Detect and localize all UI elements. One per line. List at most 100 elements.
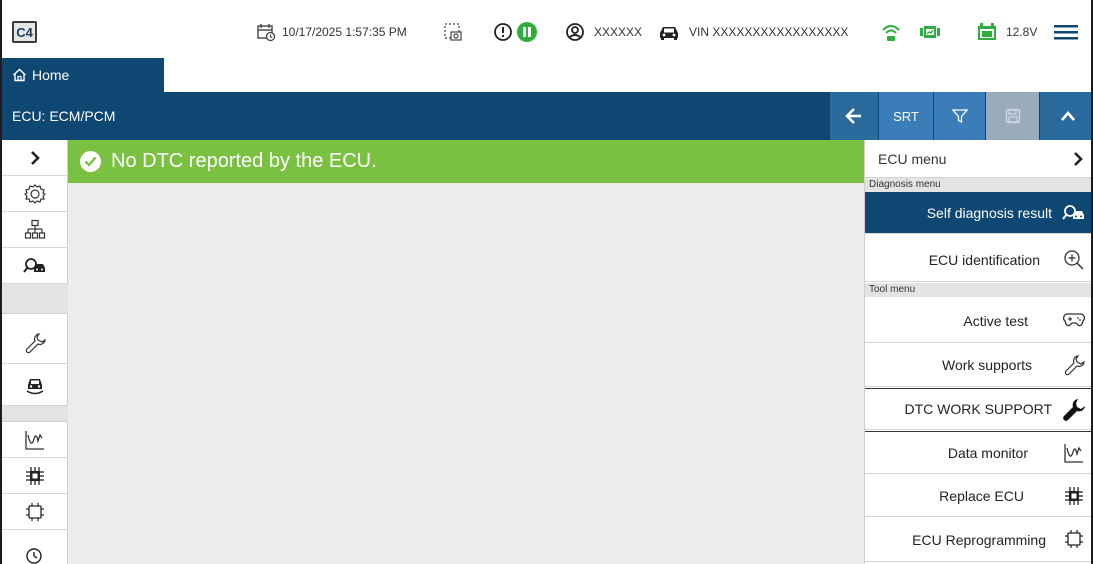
zoom-in-icon	[1062, 239, 1086, 281]
work-support-rail-button[interactable]	[2, 322, 68, 364]
menu-item-work-supports[interactable]: Work supports	[865, 344, 1091, 387]
topology-rail-button[interactable]	[2, 212, 68, 248]
waveform-icon	[24, 429, 46, 451]
home-tab-label: Home	[32, 67, 70, 83]
menu-item-label: Replace ECU	[939, 487, 1024, 504]
menu-item-data-monitor[interactable]: Data monitor	[865, 431, 1091, 474]
chevron-right-icon	[29, 150, 41, 166]
self-diagnosis-rail-button[interactable]	[2, 248, 68, 284]
vehicle-group[interactable]: VIN XXXXXXXXXXXXXXXXX	[657, 22, 848, 42]
filter-icon	[951, 108, 968, 124]
battery-group: 12.8V	[977, 22, 1037, 42]
screenshot-icon	[443, 22, 463, 42]
home-icon	[12, 68, 27, 82]
alert-button[interactable]	[493, 22, 513, 42]
pause-button[interactable]	[516, 22, 538, 42]
tree-icon	[24, 219, 46, 241]
datetime-group: 10/17/2025 1:57:35 PM	[256, 22, 407, 42]
status-banner-text: No DTC reported by the ECU.	[111, 150, 377, 172]
save-button[interactable]	[986, 92, 1039, 140]
home-tab[interactable]: Home	[2, 58, 164, 92]
voltage-text: 12.8V	[1006, 25, 1038, 39]
vin-text: VIN XXXXXXXXXXXXXXXXX	[689, 25, 849, 39]
menu-item-replace-ecu[interactable]: Replace ECU	[865, 475, 1091, 517]
datetime-text: 10/17/2025 1:57:35 PM	[282, 25, 407, 39]
menu-item-ecu-identification[interactable]: ECU identification	[865, 239, 1091, 282]
settings-rail-button[interactable]	[2, 176, 68, 212]
left-tool-rail	[2, 140, 68, 564]
srt-label: SRT	[893, 108, 919, 124]
battery-icon	[977, 22, 997, 42]
menu-item-label: Work supports	[942, 357, 1032, 373]
user-group[interactable]: XXXXXX	[565, 22, 642, 42]
self-diagnosis-icon	[1062, 192, 1086, 234]
vci-connection-icon	[919, 22, 941, 42]
arrow-left-icon	[845, 107, 863, 125]
menu-item-label: DTC WORK SUPPORT	[904, 401, 1052, 417]
screenshot-button[interactable]	[443, 22, 463, 42]
dtc-result-area: No DTC reported by the ECU.	[68, 140, 864, 564]
wifi-car-icon	[880, 21, 902, 43]
chip-icon	[1062, 475, 1086, 517]
app-logo-text: C4	[16, 24, 33, 40]
menu-item-label: ECU Reprogramming	[912, 531, 1046, 548]
car-icon	[657, 23, 681, 41]
ecu-menu-label: ECU menu	[878, 150, 947, 167]
srt-button[interactable]: SRT	[879, 92, 933, 140]
wrench-outline-icon	[1062, 344, 1086, 386]
ecu-title: ECU: ECM/PCM	[12, 108, 116, 124]
menu-item-self-diagnosis-result[interactable]: Self diagnosis result	[865, 192, 1091, 234]
waveform-icon	[1062, 432, 1086, 474]
chevron-up-icon	[1060, 110, 1076, 122]
pause-icon	[516, 21, 538, 43]
diagnosis-menu-section: Diagnosis menu	[865, 178, 1091, 192]
menu-item-active-test[interactable]: Active test	[865, 299, 1091, 343]
vci-status[interactable]	[919, 22, 941, 42]
hamburger-icon	[1054, 23, 1078, 41]
wrench-icon	[24, 332, 46, 354]
car-rotate-icon	[24, 374, 46, 396]
wrench-solid-icon	[1062, 389, 1086, 431]
chevron-right-icon	[1072, 151, 1084, 167]
ecu-menu-header[interactable]: ECU menu	[865, 140, 1091, 178]
app-logo[interactable]: C4	[12, 21, 37, 43]
collapse-button[interactable]	[1040, 92, 1091, 140]
gamepad-icon	[1062, 299, 1086, 341]
filter-button[interactable]	[934, 92, 985, 140]
vehicle-rail-button[interactable]	[2, 364, 68, 406]
rail-separator-2	[2, 406, 68, 422]
replace-ecu-rail-button[interactable]	[2, 458, 68, 494]
history-rail-button[interactable]	[2, 530, 68, 564]
user-icon	[565, 22, 585, 42]
calendar-clock-icon	[256, 22, 276, 42]
alert-circle-icon	[493, 22, 513, 42]
wifi-status[interactable]	[880, 22, 902, 42]
check-circle-icon	[80, 151, 101, 172]
chip-icon	[25, 466, 45, 486]
reprogramming-rail-button[interactable]	[2, 494, 68, 530]
clock-icon	[25, 546, 45, 564]
save-icon	[1005, 108, 1021, 124]
menu-item-dtc-work-support[interactable]: DTC WORK SUPPORT	[865, 388, 1091, 431]
ecu-menu-panel: ECU menu Diagnosis menu Self diagnosis r…	[864, 140, 1091, 564]
expand-rail-button[interactable]	[2, 140, 68, 176]
status-banner: No DTC reported by the ECU.	[68, 140, 864, 183]
menu-item-ecu-reprogramming[interactable]: ECU Reprogramming	[865, 518, 1091, 562]
menu-item-label: Self diagnosis result	[926, 204, 1052, 221]
data-monitor-rail-button[interactable]	[2, 422, 68, 458]
menu-item-label: Data monitor	[947, 444, 1028, 461]
menu-item-label: ECU identification	[928, 252, 1040, 268]
chip-outline-icon	[25, 502, 45, 522]
ecu-toolbar: ECU: ECM/PCM SRT	[2, 92, 1091, 140]
settings-icon	[24, 183, 46, 205]
self-diagnosis-icon	[23, 256, 47, 276]
hamburger-menu-button[interactable]	[1054, 22, 1078, 42]
rail-separator	[2, 284, 68, 314]
back-button[interactable]	[830, 92, 878, 140]
user-text: XXXXXX	[594, 25, 643, 39]
chip-outline-icon	[1062, 518, 1086, 560]
status-bar: C4 10/17/2025 1:57:35 PM XXXXXX VIN XXXX…	[2, 0, 1091, 58]
menu-item-label: Active test	[963, 312, 1028, 329]
breadcrumb-bar: Home	[2, 58, 1091, 92]
tool-menu-section: Tool menu	[865, 283, 1091, 297]
